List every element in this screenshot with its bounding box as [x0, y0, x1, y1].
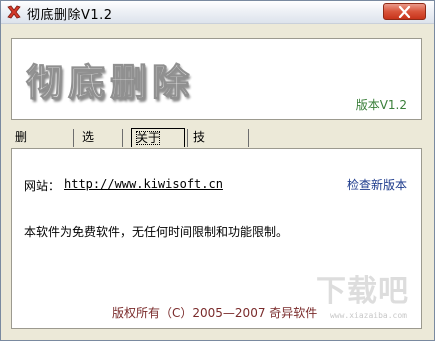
tab-delete-files[interactable]: 删除文件: [11, 128, 31, 201]
tab-separator: [122, 129, 123, 147]
watermark-url: www.xiazaiba.com: [329, 311, 407, 320]
tab-options[interactable]: 选项: [78, 128, 98, 163]
check-update-link[interactable]: 检查新版本: [347, 176, 407, 193]
banner-panel: 彻底删除 版本V1.2: [11, 38, 422, 120]
website-link[interactable]: http://www.kiwisoft.cn: [64, 177, 223, 191]
about-panel: 网站： http://www.kiwisoft.cn 检查新版本 本软件为免费软…: [11, 148, 422, 329]
tab-about[interactable]: 关于: [131, 128, 185, 147]
app-window: 彻底删除V1.2 彻底删除 版本V1.2 删除文件 选项 关于 技术资料 网站：…: [0, 0, 435, 341]
red-x-icon: [7, 5, 21, 19]
watermark: 下载吧 www.xiazaiba.com: [299, 274, 417, 324]
title-bar[interactable]: 彻底删除V1.2: [1, 1, 434, 24]
close-icon: [398, 6, 411, 18]
tab-tech-info[interactable]: 技术资料: [189, 128, 209, 201]
tab-separator: [73, 129, 74, 147]
tab-label: 关于: [136, 131, 161, 145]
window-title: 彻底删除V1.2: [27, 8, 113, 23]
product-logo: 彻底删除: [26, 61, 194, 105]
close-button[interactable]: [383, 3, 426, 20]
tab-separator: [187, 129, 188, 147]
tab-separator: [248, 129, 249, 147]
website-label: 网站：: [24, 179, 61, 193]
version-label: 版本V1.2: [355, 98, 407, 112]
watermark-logo: 下载吧: [316, 274, 409, 309]
license-description: 本软件为免费软件，无任何时间限制和功能限制。: [24, 225, 289, 239]
copyright-text: 版权所有（C）2005—2007 奇异软件: [112, 306, 318, 320]
